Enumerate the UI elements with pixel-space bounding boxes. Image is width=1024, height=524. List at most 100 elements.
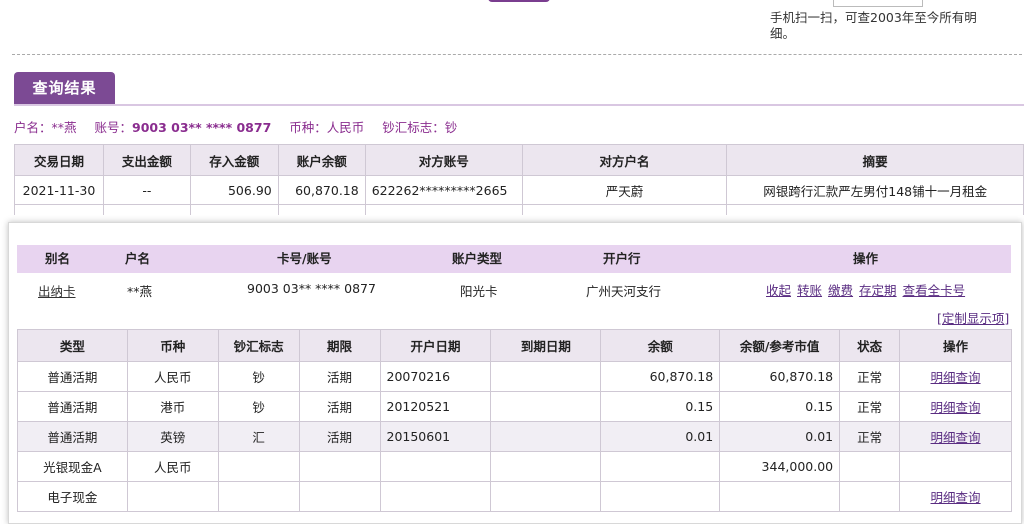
balance-cell: 明细查询 [899,391,1012,422]
tab-underline [14,104,1024,106]
balance-cell: 60,870.18 [600,361,721,392]
balance-cell: 人民币 [126,451,219,482]
detail-query-link[interactable]: 明细查询 [931,490,981,505]
balance-table: 类型 币种 钞汇标志 期限 开户日期 到期日期 余额 余额/参考市值 状态 操作 普通活期 人民币钞… [17,329,1012,512]
card-branch: 广州天河支行 [586,284,662,299]
tx-cell: 网银跨行汇款严左男付148铺十一月租金 [726,175,1024,205]
balance-cell [298,451,381,482]
balance-cell: 60,870.18 [719,361,841,392]
tx-header-cell: 交易日期 [14,144,104,176]
detail-query-link[interactable]: 明细查询 [931,400,981,415]
balance-cell: 明细查询 [899,361,1012,392]
collapse-link[interactable]: 收起 [766,283,791,298]
balance-cell [126,481,219,512]
account-cash-flag: 钞汇标志：钞 [382,120,458,135]
time-deposit-link[interactable]: 存定期 [859,283,897,298]
table-row: 普通活期 港币钞活期 20120521 0.15 0.15 正常 明细查询 [17,391,1012,422]
col-ops: 操作 [853,251,879,266]
balance-header-cell: 余额 [600,329,721,362]
detail-query-link[interactable]: 明细查询 [931,430,981,445]
transfer-link[interactable]: 转账 [797,283,822,298]
tx-header-cell: 对方账号 [364,144,523,176]
balance-header-cell: 到期日期 [490,329,602,362]
balance-header-row: 类型 币种 钞汇标志 期限 开户日期 到期日期 余额 余额/参考市值 状态 操作 [17,329,1012,362]
balance-cell [839,481,901,512]
customize-display-link[interactable]: [定制显示项] [937,308,1009,327]
tx-header-cell: 支出金额 [102,144,191,176]
table-row: 电子现金 明细查询 [17,481,1012,512]
col-holder: 户名 [125,251,151,266]
balance-cell: 活期 [298,421,381,452]
tx-cell [102,204,191,215]
card-operations: 收起 转账 缴费 存定期 查看全卡号 [766,280,971,299]
balance-cell [379,451,492,482]
detail-query-link[interactable]: 明细查询 [931,370,981,385]
tx-cell: -- [102,175,191,205]
tx-header-cell: 对方户名 [521,144,728,176]
balance-cell: 人民币 [126,361,219,392]
tx-cell: 60,870.18 [277,175,366,205]
balance-cell: 钞 [217,361,300,392]
balance-cell: 光银现金A [17,451,128,482]
tx-cell: 2021-11-30 [14,175,104,205]
balance-cell: 正常 [839,421,901,452]
balance-cell: 0.01 [600,421,721,452]
balance-cell: 电子现金 [17,481,128,512]
tx-cell [364,204,523,215]
balance-cell [379,481,492,512]
card-header-row: 别名 户名 卡号/账号 账户类型 开户行 操作 [17,245,1011,273]
pay-bill-link[interactable]: 缴费 [828,283,853,298]
col-card-no: 卡号/账号 [277,251,332,266]
tx-cell: 506.90 [189,175,279,205]
table-row: 光银现金A 人民币 344,000.00 [17,451,1012,482]
table-row: 普通活期 英镑汇活期 20150601 0.01 0.01 正常 明细查询 [17,421,1012,452]
balance-cell: 0.15 [600,391,721,422]
balance-header-cell: 操作 [899,329,1012,362]
account-summary: 户名：**燕 账号：9003 03** **** 0877 币种：人民币 钞汇标… [14,117,471,136]
balance-cell: 普通活期 [17,361,128,392]
tx-header-cell: 存入金额 [189,144,279,176]
transaction-header-row: 交易日期 支出金额 存入金额 账户余额 对方账号 对方户名 摘要 [14,144,1024,176]
balance-cell: 正常 [839,391,901,422]
balance-cell [839,451,901,482]
table-row-partial [14,204,1024,215]
balance-cell [899,451,1012,482]
section-divider [12,54,1022,55]
account-number: 账号：9003 03** **** 0877 [94,120,272,135]
top-action-button[interactable] [488,0,550,2]
tx-cell [277,204,366,215]
view-full-card-link[interactable]: 查看全卡号 [903,283,966,298]
account-detail-popup: 别名 户名 卡号/账号 账户类型 开户行 操作 出纳卡 **燕 9003 03*… [8,222,1022,524]
balance-cell: 344,000.00 [719,451,841,482]
balance-header-cell: 开户日期 [379,329,492,362]
balance-cell: 正常 [839,361,901,392]
col-branch: 开户行 [603,251,641,266]
tx-cell [14,204,104,215]
card-alias-link[interactable]: 出纳卡 [38,284,76,299]
balance-cell [600,451,721,482]
balance-cell: 明细查询 [899,481,1012,512]
balance-cell [490,481,602,512]
balance-cell [490,361,602,392]
balance-header-cell: 期限 [298,329,381,362]
balance-cell [298,481,381,512]
balance-cell: 0.15 [719,391,841,422]
balance-cell [217,451,300,482]
balance-cell: 20150601 [379,421,492,452]
tx-cell [521,204,728,215]
tab-query-result[interactable]: 查询结果 [14,72,115,104]
balance-header-cell: 余额/参考市值 [719,329,841,362]
card-holder: **燕 [127,284,153,299]
account-currency: 币种：人民币 [289,120,365,135]
balance-cell: 普通活期 [17,391,128,422]
tx-header-cell: 账户余额 [277,144,366,176]
balance-cell [719,481,841,512]
balance-cell: 钞 [217,391,300,422]
account-holder: 户名：**燕 [14,120,77,135]
balance-cell: 20070216 [379,361,492,392]
balance-cell: 明细查询 [899,421,1012,452]
qr-hint-text: 手机扫一扫，可查2003年至今所有明细。 [770,10,977,41]
transaction-table: 交易日期 支出金额 存入金额 账户余额 对方账号 对方户名 摘要 2021-11-30 -- 5… [14,144,1024,215]
tx-cell [189,204,279,215]
card-number: 9003 03** **** 0877 [247,281,376,296]
